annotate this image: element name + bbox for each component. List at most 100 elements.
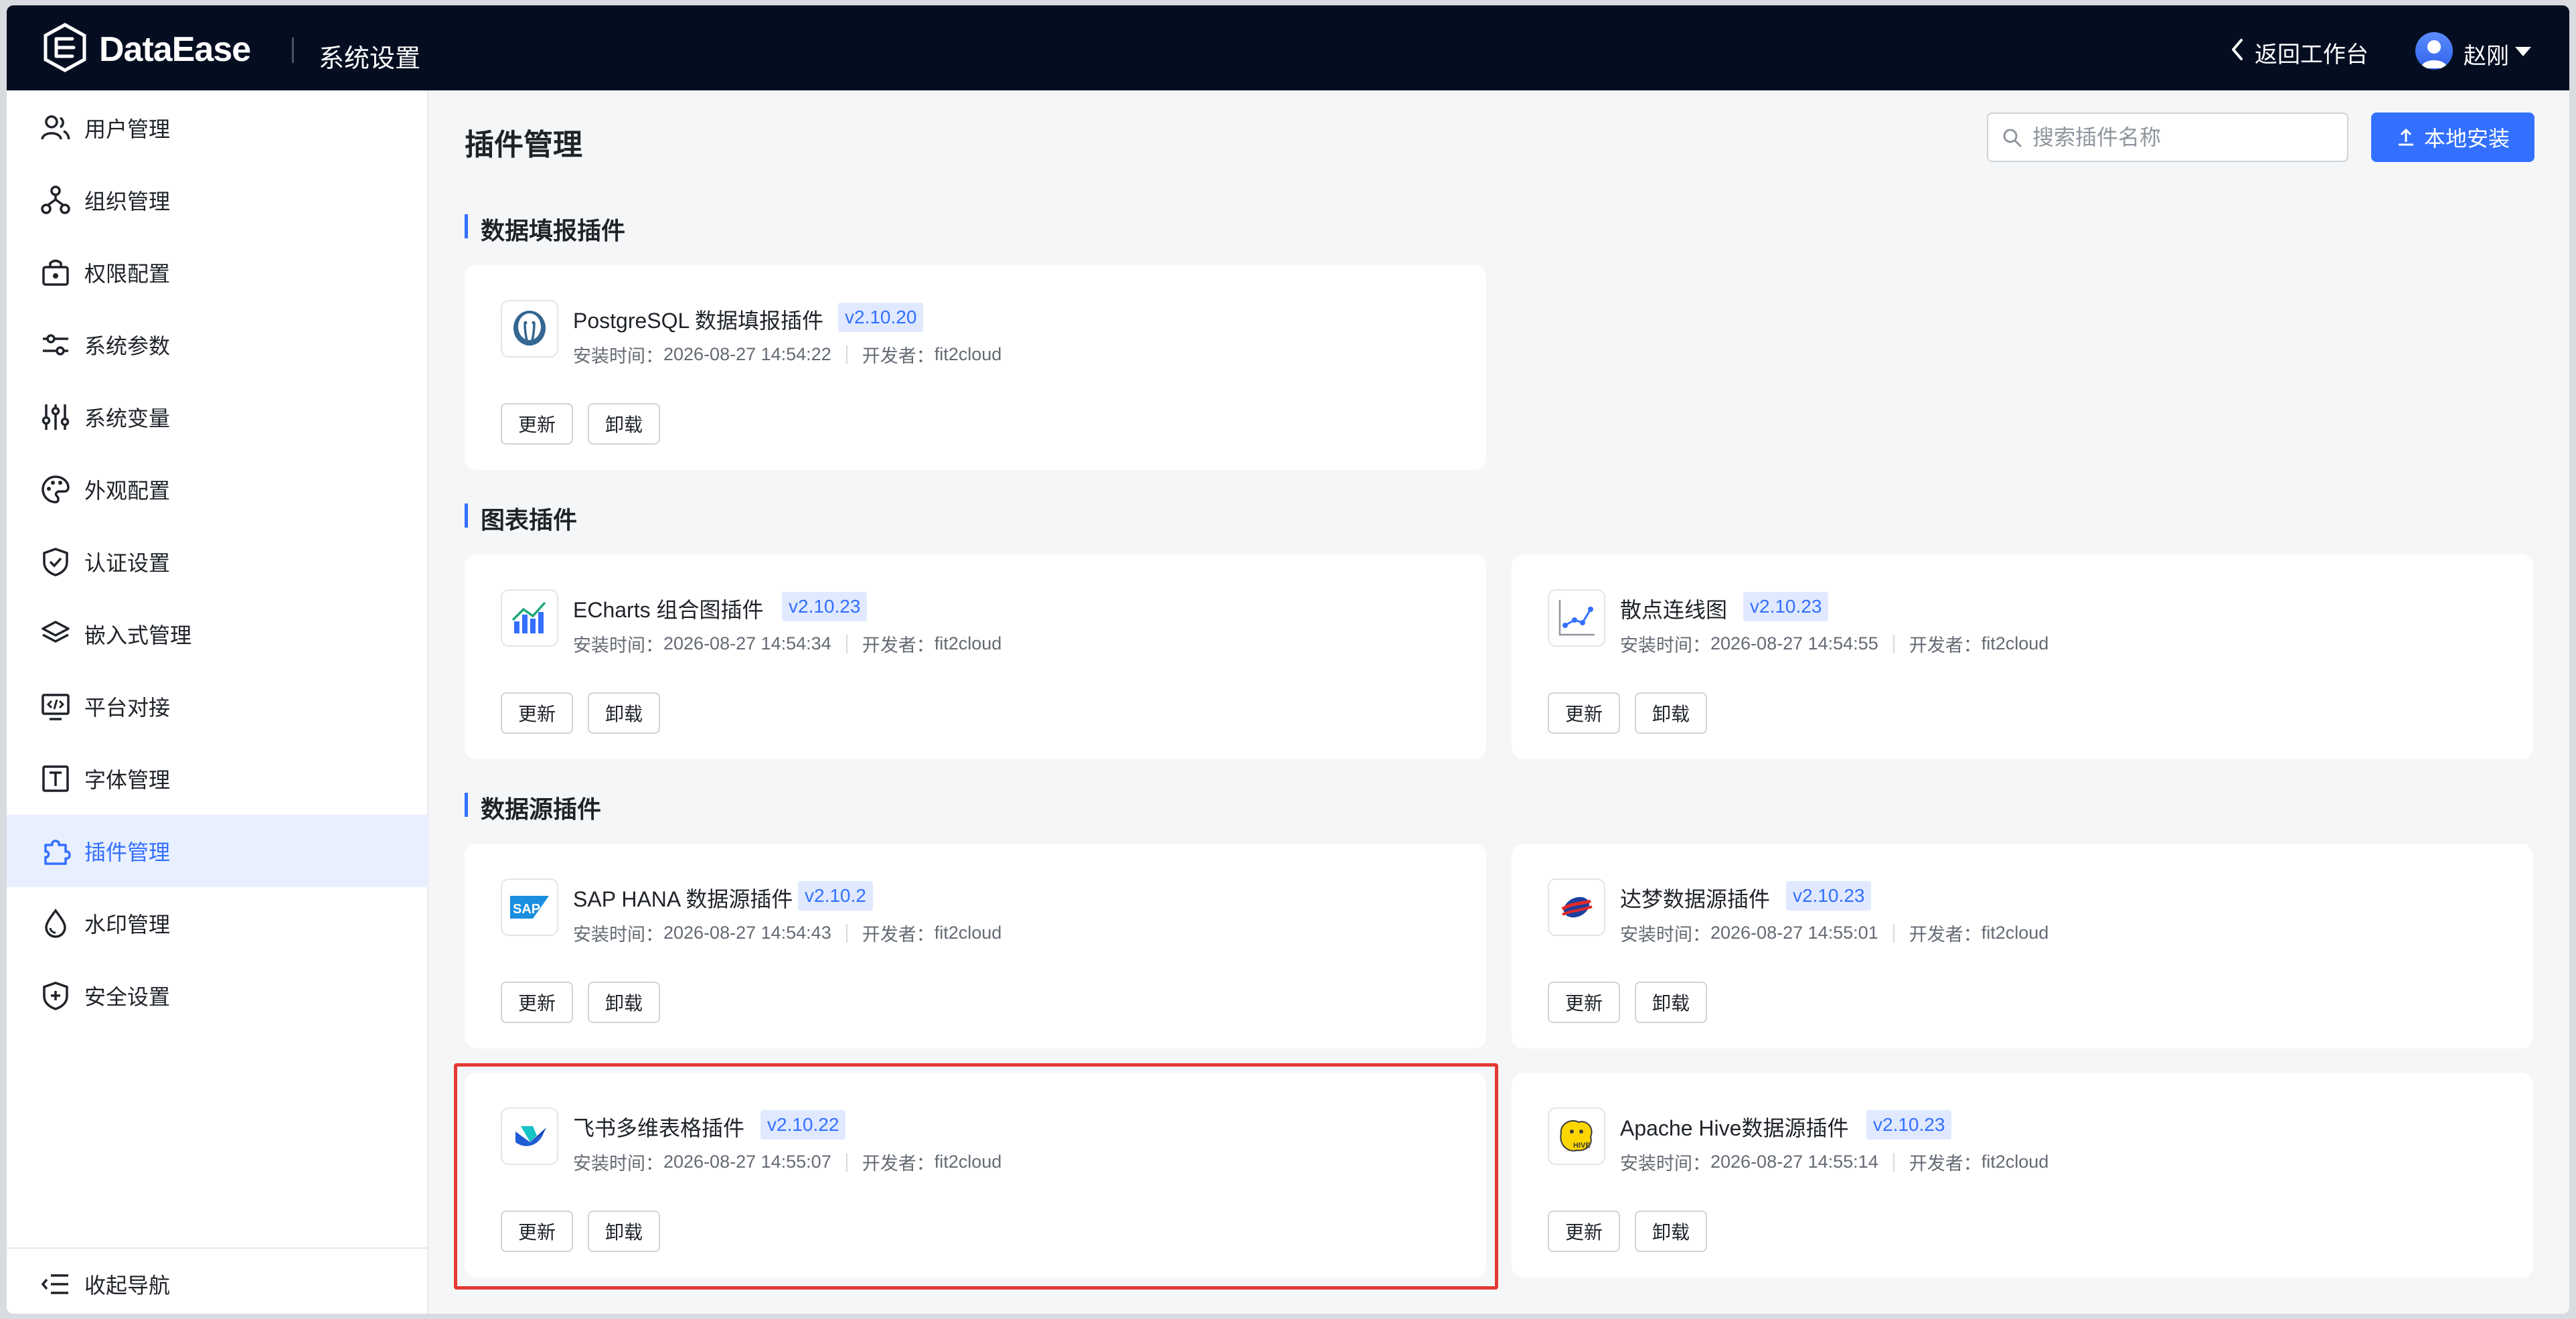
- sidebar-item-label: 插件管理: [84, 840, 171, 864]
- developer: fit2cloud: [1981, 923, 2049, 943]
- section-title: 数据源插件: [465, 790, 601, 825]
- collapse-nav-label: 收起导航: [84, 1273, 171, 1298]
- section-title: 图表插件: [465, 501, 577, 536]
- sidebar-item-users[interactable]: 用户管理: [7, 92, 428, 164]
- uninstall-button[interactable]: 卸载: [588, 403, 661, 445]
- sidebar-item-embedded[interactable]: 嵌入式管理: [7, 598, 428, 670]
- local-install-label: 本地安装: [2423, 127, 2510, 151]
- svg-text:SAP: SAP: [513, 902, 540, 917]
- sidebar-item-label: 组织管理: [84, 189, 171, 214]
- uninstall-button[interactable]: 卸载: [1635, 692, 1708, 734]
- meta-divider: [846, 923, 848, 943]
- update-button[interactable]: 更新: [1548, 692, 1621, 734]
- plugin-name: PostgreSQL 数据填报插件: [573, 309, 824, 333]
- collapse-menu-icon: [40, 1269, 71, 1300]
- install-time-label: 安装时间：: [573, 925, 663, 945]
- back-to-workbench-link[interactable]: 返回工作台: [2228, 36, 2368, 69]
- meta-divider: [1893, 634, 1895, 653]
- shield-check-icon: [40, 546, 71, 577]
- meta-divider: [846, 345, 848, 364]
- sidebar-item-fonts[interactable]: 字体管理: [7, 743, 428, 815]
- uninstall-button[interactable]: 卸载: [1635, 982, 1708, 1023]
- install-time: 2026-08-27 14:54:55: [1710, 633, 1878, 653]
- sidebar-item-label: 嵌入式管理: [84, 623, 192, 647]
- avatar[interactable]: [2415, 32, 2453, 70]
- plugin-card: 散点连线图 v2.10.23 安装时间： 2026-08-27 14:54:55…: [1512, 554, 2533, 759]
- search-input[interactable]: [2032, 122, 2334, 153]
- plugin-card: SAP SAP HANA 数据源插件 v2.10.2 安装时间： 2026-08…: [465, 844, 1486, 1049]
- logo[interactable]: DataEase: [42, 23, 251, 76]
- sidebar-item-system-vars[interactable]: 系统变量: [7, 381, 428, 453]
- platform-icon: [40, 691, 71, 722]
- plugin-meta: 安装时间： 2026-08-27 14:55:01 开发者： fit2cloud: [1620, 920, 2048, 946]
- sidebar-item-watermark[interactable]: 水印管理: [7, 887, 428, 959]
- uninstall-button[interactable]: 卸载: [588, 982, 661, 1023]
- sidebar-item-plugins[interactable]: 插件管理: [7, 815, 428, 887]
- plugin-name: ECharts 组合图插件: [573, 598, 764, 622]
- dameng-icon: [1548, 878, 1605, 936]
- local-install-button[interactable]: 本地安装: [2371, 112, 2534, 162]
- sidebar-item-label: 水印管理: [84, 913, 171, 937]
- plugin-meta: 安装时间： 2026-08-27 14:54:55 开发者： fit2cloud: [1620, 631, 2048, 657]
- version-badge: v2.10.23: [1866, 1110, 1952, 1140]
- header-section-title: 系统设置: [319, 45, 421, 73]
- update-button[interactable]: 更新: [1548, 982, 1621, 1023]
- uninstall-button[interactable]: 卸载: [588, 692, 661, 734]
- plugin-search[interactable]: [1987, 112, 2348, 162]
- plugin-name: Apache Hive数据源插件: [1620, 1116, 1849, 1140]
- developer: fit2cloud: [934, 633, 1002, 653]
- plugin-meta: 安装时间： 2026-08-27 14:54:34 开发者： fit2cloud: [573, 631, 1001, 657]
- sidebar-item-security[interactable]: 安全设置: [7, 959, 428, 1032]
- plugin-card: HIVE Apache Hive数据源插件 v2.10.23 安装时间： 202…: [1512, 1073, 2533, 1277]
- plugin-name: SAP HANA 数据源插件: [573, 887, 793, 911]
- version-badge: v2.10.23: [782, 592, 868, 621]
- plugin-card: PostgreSQL 数据填报插件 v2.10.20 安装时间： 2026-08…: [465, 265, 1486, 470]
- plugin-meta: 安装时间： 2026-08-27 14:55:14 开发者： fit2cloud: [1620, 1149, 2048, 1175]
- install-time: 2026-08-27 14:54:22: [663, 344, 831, 364]
- shield-plus-icon: [40, 980, 71, 1011]
- sidebar-item-system-params[interactable]: 系统参数: [7, 309, 428, 381]
- version-badge: v2.10.2: [798, 881, 873, 911]
- install-time-label: 安装时间：: [573, 635, 663, 655]
- collapse-nav-button[interactable]: 收起导航: [7, 1254, 428, 1314]
- developer: fit2cloud: [1981, 1152, 2049, 1172]
- sidebar-item-org[interactable]: 组织管理: [7, 164, 428, 236]
- developer: fit2cloud: [934, 923, 1002, 943]
- layers-icon: [40, 619, 71, 649]
- update-button[interactable]: 更新: [1548, 1211, 1621, 1252]
- upload-icon: [2398, 128, 2413, 146]
- sidebar-item-platform[interactable]: 平台对接: [7, 670, 428, 743]
- meta-divider: [1893, 1152, 1895, 1172]
- sidebar: 用户管理 组织管理 权限配置 系统参数 系统变量 外观配置 认证设置 嵌入式管理…: [7, 90, 428, 1314]
- sidebar-item-label: 权限配置: [84, 262, 171, 286]
- update-button[interactable]: 更新: [501, 692, 574, 734]
- watermark-icon: [40, 908, 71, 939]
- sidebar-item-appearance[interactable]: 外观配置: [7, 453, 428, 526]
- svg-text:HIVE: HIVE: [1573, 1142, 1591, 1150]
- caret-down-icon[interactable]: [2515, 47, 2531, 56]
- developer-label: 开发者：: [1909, 635, 1982, 655]
- hive-icon: HIVE: [1548, 1107, 1605, 1165]
- search-icon: [2003, 129, 2022, 147]
- install-time-label: 安装时间：: [573, 346, 663, 366]
- plugin-meta: 安装时间： 2026-08-27 14:54:43 开发者： fit2cloud: [573, 920, 1001, 946]
- install-time: 2026-08-27 14:54:43: [663, 923, 831, 943]
- plugin-name: 散点连线图: [1620, 598, 1728, 622]
- postgresql-icon: [501, 300, 558, 358]
- sidebar-item-label: 字体管理: [84, 768, 171, 792]
- user-name[interactable]: 赵刚: [2464, 37, 2509, 70]
- update-button[interactable]: 更新: [501, 982, 574, 1023]
- update-button[interactable]: 更新: [501, 403, 574, 445]
- sidebar-item-permissions[interactable]: 权限配置: [7, 236, 428, 309]
- variables-icon: [40, 402, 71, 433]
- sidebar-item-label: 系统变量: [84, 406, 171, 431]
- developer-label: 开发者：: [1909, 925, 1982, 945]
- page-title: 插件管理: [465, 129, 582, 161]
- users-icon: [40, 112, 71, 143]
- uninstall-button[interactable]: 卸载: [1635, 1211, 1708, 1252]
- install-time-label: 安装时间：: [1620, 925, 1710, 945]
- developer-label: 开发者：: [1909, 1154, 1982, 1174]
- header-divider: [292, 37, 294, 63]
- install-time: 2026-08-27 14:54:34: [663, 633, 831, 653]
- sidebar-item-auth[interactable]: 认证设置: [7, 526, 428, 598]
